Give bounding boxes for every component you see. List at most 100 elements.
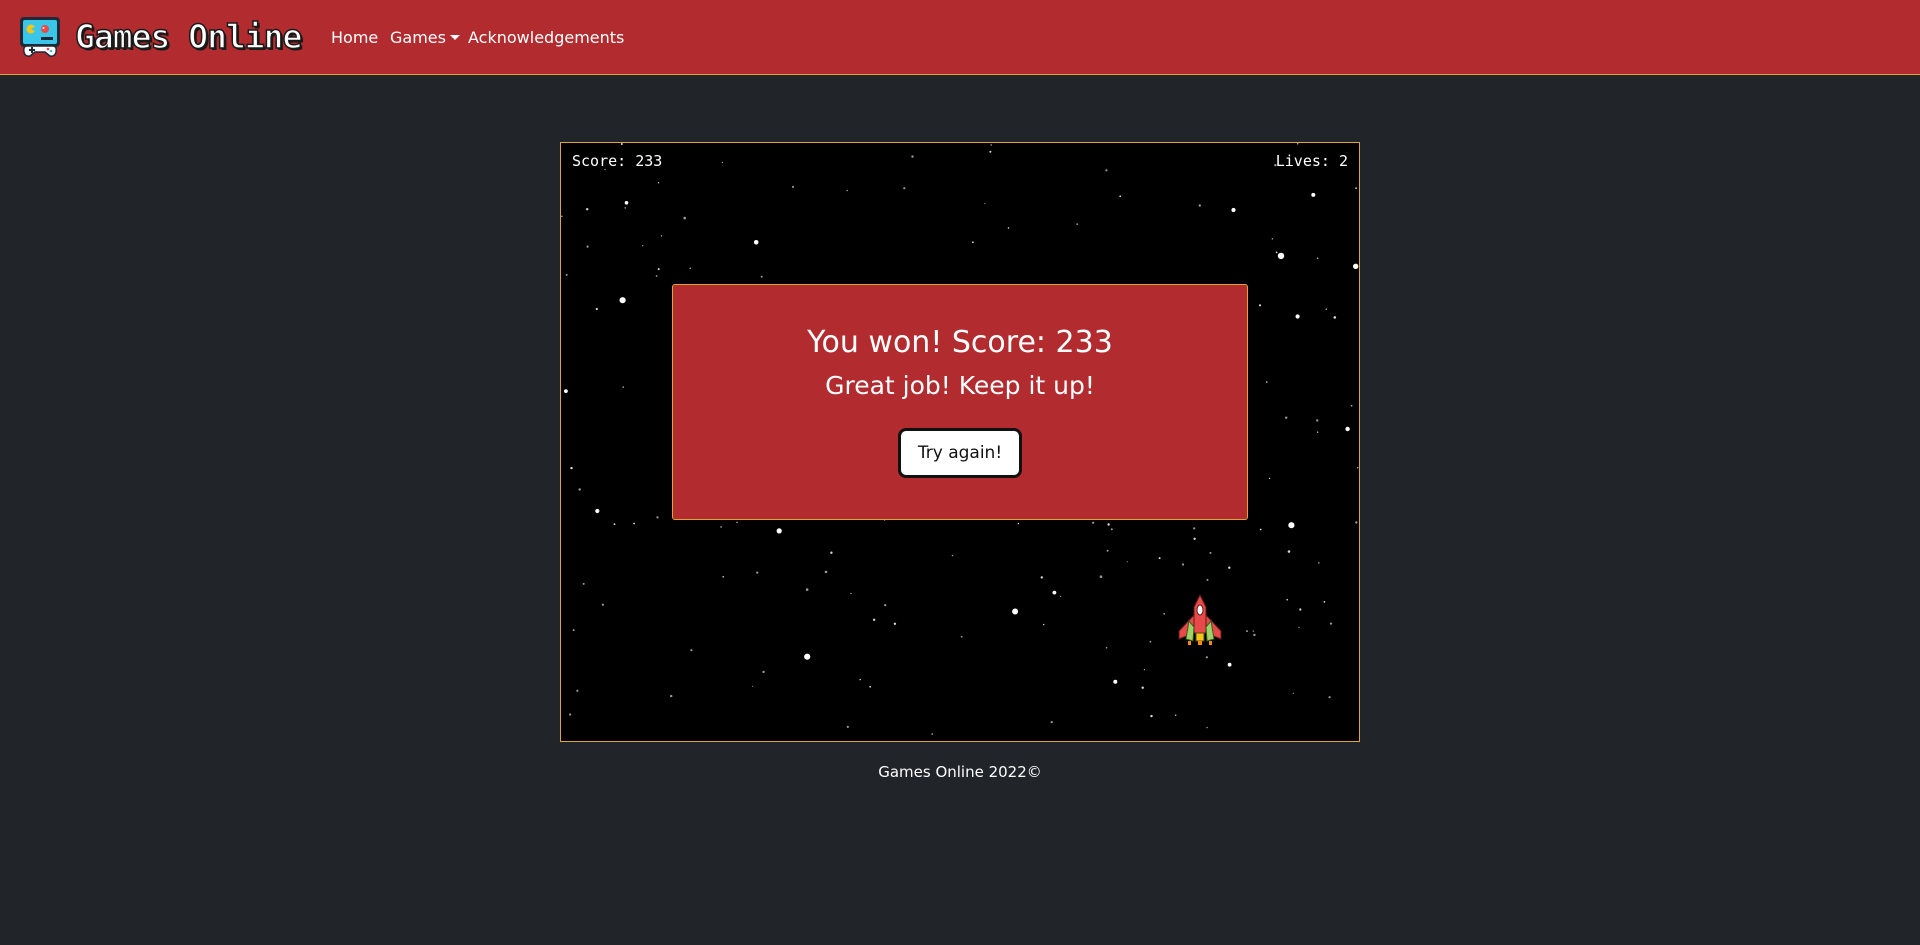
nav-dropdown-games-label: Games [390, 28, 446, 47]
star [660, 235, 663, 237]
star [1275, 251, 1278, 254]
star [578, 488, 581, 491]
star [1328, 696, 1331, 699]
star [1105, 646, 1108, 649]
spaceship-icon [1178, 593, 1222, 645]
star [1277, 252, 1285, 260]
star [830, 551, 833, 554]
star [1206, 578, 1209, 581]
star [1316, 431, 1319, 433]
try-again-button[interactable]: Try again! [898, 428, 1022, 478]
star [972, 241, 974, 244]
star [1329, 622, 1333, 625]
star [1092, 521, 1095, 524]
star [1325, 308, 1327, 310]
star [576, 689, 579, 692]
star [1149, 640, 1152, 643]
star [1357, 467, 1359, 469]
star [656, 516, 659, 519]
star [1209, 551, 1212, 554]
star [722, 576, 724, 578]
star [721, 161, 724, 164]
star [1227, 662, 1232, 667]
star [1099, 575, 1103, 578]
star [1143, 669, 1145, 671]
star [1193, 527, 1196, 530]
star [1350, 404, 1353, 407]
game-canvas[interactable]: Score: 233 Lives: 2 You won! Score: 233 … [560, 142, 1360, 742]
star [720, 526, 722, 528]
win-dialog-subtitle: Great job! Keep it up! [825, 371, 1095, 400]
star [586, 208, 589, 211]
star [989, 150, 992, 153]
star [884, 604, 887, 607]
star [1119, 195, 1122, 198]
star [1106, 549, 1109, 552]
star [1355, 521, 1358, 524]
star [1017, 522, 1020, 525]
star [1007, 227, 1010, 229]
footer-copyright: Games Online 2022© [878, 763, 1042, 781]
brand-title[interactable]: Games Online [74, 15, 303, 59]
star [1311, 192, 1316, 197]
star [569, 713, 572, 716]
star [1110, 528, 1113, 531]
star [951, 554, 954, 557]
star [1113, 679, 1118, 684]
star [1050, 721, 1053, 724]
star [846, 189, 848, 192]
star [1052, 590, 1057, 595]
star [752, 685, 754, 687]
star [1150, 714, 1153, 718]
star [1333, 316, 1337, 319]
star [1345, 426, 1350, 432]
star [760, 275, 763, 278]
star [1288, 522, 1295, 529]
star [1246, 630, 1248, 632]
star [1163, 612, 1166, 615]
star [1076, 223, 1079, 226]
star [1175, 714, 1177, 716]
star [990, 144, 992, 146]
star [1298, 626, 1300, 629]
star [689, 267, 691, 269]
star [1295, 314, 1300, 319]
star [565, 273, 568, 276]
star [1271, 238, 1274, 240]
nav-dropdown-games[interactable]: Games [390, 27, 460, 49]
star [1268, 477, 1271, 480]
star [690, 649, 693, 652]
star [1316, 257, 1319, 259]
nav-link-home[interactable]: Home [331, 27, 378, 49]
gamepad-screen-icon[interactable] [19, 16, 61, 58]
star [960, 635, 963, 638]
win-dialog: You won! Score: 233 Great job! Keep it u… [672, 284, 1248, 520]
star [595, 307, 598, 311]
star [859, 678, 861, 681]
star [762, 670, 765, 674]
star [1205, 656, 1208, 659]
star [804, 653, 811, 660]
star [1231, 207, 1236, 213]
score-display: Score: 233 [572, 152, 663, 170]
star [624, 207, 626, 209]
star [1141, 686, 1144, 689]
star [1286, 598, 1288, 601]
star [570, 466, 573, 470]
star [792, 186, 794, 188]
star [619, 297, 626, 304]
star [1285, 416, 1288, 419]
star [586, 245, 589, 248]
star [683, 216, 686, 220]
star [613, 523, 616, 526]
star [1304, 740, 1306, 741]
star [984, 202, 986, 205]
star [846, 725, 849, 729]
star [622, 386, 624, 388]
lives-display: Lives: 2 [1275, 152, 1348, 170]
star [601, 603, 604, 606]
star [1266, 381, 1268, 383]
star [1040, 576, 1043, 579]
nav-link-acknowledgements[interactable]: Acknowledgements [468, 27, 624, 49]
star [1198, 204, 1201, 207]
